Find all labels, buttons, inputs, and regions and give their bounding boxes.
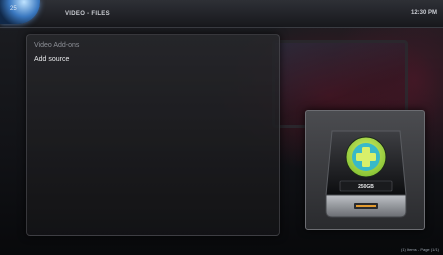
top-bar: 25 VIDEO - FILES 12:30 PM xyxy=(0,0,443,28)
list-item-add-source[interactable]: Add source xyxy=(34,56,69,63)
source-list-panel: Video Add-ons Add source xyxy=(26,34,280,236)
thumbnail-panel: 250GB xyxy=(305,110,425,230)
list-header: Video Add-ons xyxy=(34,42,80,49)
corner-label: 25 xyxy=(10,6,17,12)
page-title: VIDEO - FILES xyxy=(65,11,110,17)
status-footer: (1) Items - Page (1/1) xyxy=(400,247,439,252)
drive-capacity-label: 250GB xyxy=(358,184,374,190)
hard-drive-add-icon: 250GB xyxy=(325,130,407,218)
home-corner-button[interactable]: 25 xyxy=(0,0,40,24)
clock: 12:30 PM xyxy=(410,10,437,16)
